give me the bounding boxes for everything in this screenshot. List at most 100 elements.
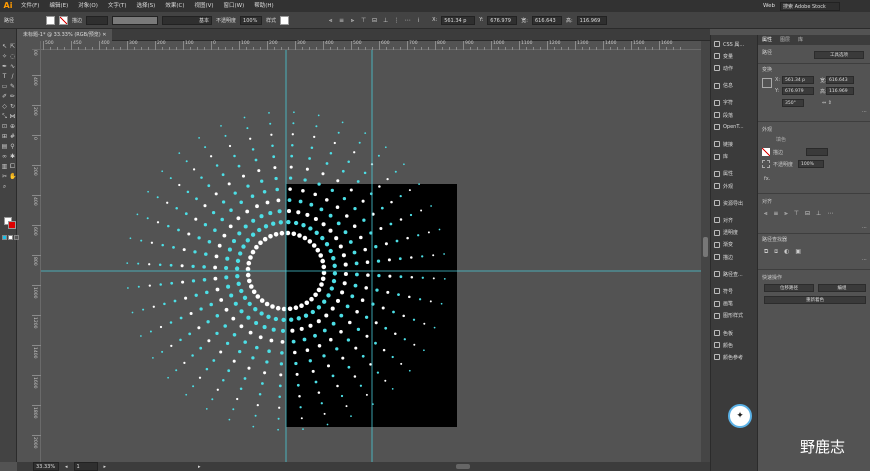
direct-select-icon[interactable]: ⇱: [9, 43, 16, 50]
opacity-field[interactable]: 100%: [798, 160, 824, 168]
tab-properties[interactable]: 属性: [762, 35, 772, 45]
dock-item[interactable]: 字符: [714, 98, 758, 108]
stroke-color-icon[interactable]: [8, 221, 16, 229]
graph-icon[interactable]: ▥: [1, 163, 8, 170]
next-artboard-icon[interactable]: ▸: [104, 464, 107, 470]
dock-item[interactable]: CSS 属...: [714, 39, 758, 49]
paintbrush-icon[interactable]: ✎: [9, 83, 16, 90]
magic-wand-icon[interactable]: ✧: [1, 53, 8, 60]
distribute-v-icon[interactable]: ⁞: [415, 17, 422, 24]
prop-y-field[interactable]: 676.979: [782, 87, 814, 95]
type-tool-icon[interactable]: T: [1, 73, 8, 80]
vertical-scrollbar[interactable]: [701, 41, 710, 462]
dock-item[interactable]: 渐变: [714, 240, 758, 250]
zoom-field[interactable]: 33.33%: [33, 462, 59, 471]
slice-icon[interactable]: ✂: [1, 173, 8, 180]
menu-item[interactable]: 窗口(W): [219, 0, 250, 12]
align-middle-icon[interactable]: ⊟: [371, 17, 378, 24]
menu-item[interactable]: 文字(T): [103, 0, 132, 12]
eyedropper-icon[interactable]: ⚲: [9, 143, 16, 150]
distribute-icon[interactable]: ⋮: [393, 17, 400, 24]
gradient-mode-icon[interactable]: [8, 235, 13, 240]
align-center-icon[interactable]: ≡: [338, 17, 345, 24]
mesh-icon[interactable]: #: [9, 133, 16, 140]
vertical-ruler[interactable]: 500 400 200 0 200 400 600 800 1000 1200 1400 1600 18…: [32, 41, 41, 462]
prop-x-field[interactable]: 561.34 p: [782, 76, 814, 84]
dock-item[interactable]: 色板: [714, 328, 758, 338]
menu-item[interactable]: 编辑(E): [44, 0, 73, 12]
dock-item[interactable]: 透明度: [714, 228, 758, 238]
dock-item[interactable]: 信息: [714, 81, 758, 91]
dock-item[interactable]: 链接: [714, 139, 758, 149]
fill-none-swatch[interactable]: [762, 148, 770, 156]
dock-item[interactable]: OpenT...: [714, 122, 758, 132]
pathfinder-icons[interactable]: ⧉⧈◐▣: [764, 248, 807, 256]
scale-icon[interactable]: ⤡: [1, 113, 8, 120]
dock-item[interactable]: 画笔: [714, 299, 758, 309]
canvas[interactable]: [41, 50, 701, 462]
align-icons[interactable]: ⫷≡⫸⊤⊟⊥⋯: [764, 210, 839, 218]
y-field[interactable]: 676.979: [487, 15, 518, 25]
line-tool-icon[interactable]: /: [9, 73, 16, 80]
align-more-icon[interactable]: ⋯: [862, 225, 867, 231]
zoom-icon[interactable]: ⌕: [1, 183, 8, 190]
height-field[interactable]: 116.969: [576, 15, 607, 25]
dock-item[interactable]: 颜色参考: [714, 352, 758, 362]
dock-item[interactable]: 库: [714, 152, 758, 162]
align-bottom-icon[interactable]: ⊥: [382, 17, 389, 24]
offset-path-button[interactable]: 位移路径: [764, 284, 814, 292]
dock-item[interactable]: 路径查...: [714, 269, 758, 279]
recolor-button[interactable]: 重新着色: [764, 296, 866, 304]
stock-search-input[interactable]: 搜索 Adobe Stock: [780, 1, 840, 11]
rotate-icon[interactable]: ↻: [9, 103, 16, 110]
workspace-switcher[interactable]: Web: [758, 0, 780, 12]
horizontal-ruler[interactable]: 500 450 400 300 200 100 0 100 200 300 400 500 600 700…: [41, 41, 701, 50]
prop-w-field[interactable]: 616.643: [826, 76, 854, 84]
artwork-svg[interactable]: [41, 50, 701, 462]
distribute-h-icon[interactable]: ⋯: [404, 17, 411, 24]
status-menu-icon[interactable]: ▸: [198, 464, 201, 470]
shaper-icon[interactable]: ✐: [1, 93, 8, 100]
artboard-icon[interactable]: ⧠: [9, 163, 16, 170]
fill-swatch[interactable]: [46, 15, 56, 25]
menu-item[interactable]: 对象(O): [73, 0, 103, 12]
pen-tool-icon[interactable]: ✒: [1, 63, 8, 70]
menu-item[interactable]: 视图(V): [189, 0, 218, 12]
menu-item[interactable]: 选择(S): [132, 0, 161, 12]
dock-item[interactable]: 动作: [714, 63, 758, 73]
stroke-weight[interactable]: [806, 148, 828, 156]
width-field[interactable]: 616.643: [531, 15, 562, 25]
stroke-weight-field[interactable]: [86, 15, 109, 25]
group-button[interactable]: 编组: [818, 284, 866, 292]
dock-item[interactable]: 颜色: [714, 340, 758, 350]
none-mode-icon[interactable]: [14, 235, 19, 240]
dock-item[interactable]: 描边: [714, 252, 758, 262]
gradient-icon[interactable]: ▤: [1, 143, 8, 150]
selection-tool-icon[interactable]: ↖: [1, 43, 8, 50]
variable-width-profile[interactable]: [112, 15, 159, 25]
lasso-icon[interactable]: ◌: [9, 53, 16, 60]
hand-icon[interactable]: ✋: [9, 173, 16, 180]
align-left-icon[interactable]: ⫷: [327, 17, 334, 24]
symbol-sprayer-icon[interactable]: ✱: [9, 153, 16, 160]
menu-item[interactable]: 效果(C): [160, 0, 189, 12]
tab-layers[interactable]: 图层: [780, 35, 790, 45]
tool-options-button[interactable]: 工具选项: [814, 51, 864, 59]
dock-item[interactable]: 对齐: [714, 215, 758, 225]
perspective-icon[interactable]: ⊞: [1, 133, 8, 140]
dock-item[interactable]: 符号: [714, 286, 758, 296]
brush-definition[interactable]: 基本: [162, 15, 213, 25]
curvature-icon[interactable]: ∿: [9, 63, 16, 70]
align-right-icon[interactable]: ⫸: [349, 17, 356, 24]
dock-item[interactable]: 段落: [714, 110, 758, 120]
graphic-style-swatch[interactable]: [280, 15, 290, 25]
scroll-thumb[interactable]: [703, 237, 708, 257]
x-field[interactable]: 561.34 p: [441, 15, 476, 25]
color-mode-icon[interactable]: [2, 235, 7, 240]
rectangle-tool-icon[interactable]: ▭: [1, 83, 8, 90]
dock-item[interactable]: 属性: [714, 169, 758, 179]
reference-point-icon[interactable]: [762, 78, 772, 88]
blend-icon[interactable]: ∞: [1, 153, 8, 160]
menu-item[interactable]: 帮助(H): [249, 0, 278, 12]
prop-h-field[interactable]: 116.969: [826, 87, 854, 95]
